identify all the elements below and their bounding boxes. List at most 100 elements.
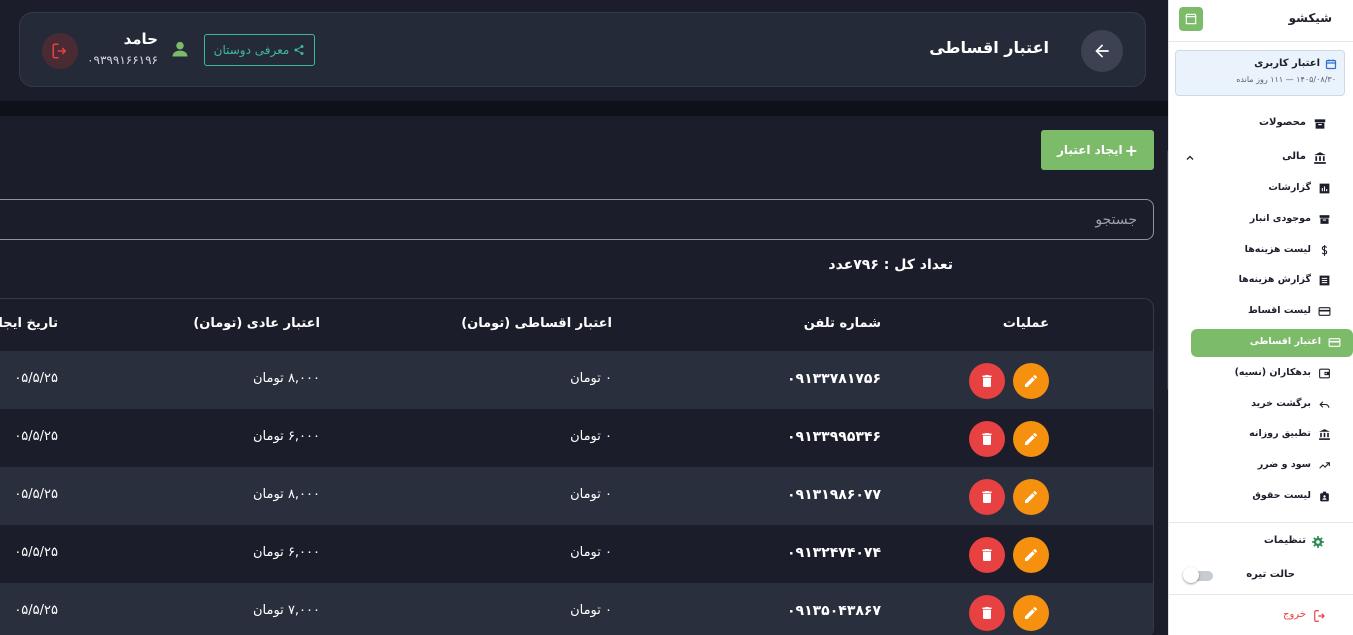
sidebar-subitem-label: بدهکاران (نسیه) [1234, 366, 1311, 378]
sidebar-item-settings[interactable]: تنظیمات [1168, 528, 1353, 556]
table-row: ۰۹۱۳۳۷۸۱۷۵۶ ۰ تومان ۸,۰۰۰ تومان ۰۵/۵/۲۵ [0, 351, 1153, 409]
credit-card[interactable]: اعتبار کاربری ۱۴۰۵/۰۸/۳۰ — ۱۱۱ روز مانده [1175, 50, 1345, 96]
cell-phone: ۰۹۱۳۵۰۴۳۸۶۷ [787, 603, 881, 619]
sidebar-subitem[interactable]: برگشت خرید [1168, 391, 1353, 419]
user-icon [172, 41, 188, 57]
edit-button[interactable] [1013, 479, 1049, 515]
delete-button[interactable] [969, 421, 1005, 457]
page-header: اعتبار اقساطی حامد ۰۹۳۹۹۱۶۶۱۹۶ معرفی دوس… [19, 12, 1146, 87]
sidebar-subitem[interactable]: اعتبار اقساطی [1191, 329, 1353, 357]
cell-regular: ۷,۰۰۰ تومان [253, 603, 320, 618]
sidebar-subitem-label: گزارشات [1268, 182, 1311, 193]
header-logout-button[interactable] [42, 33, 78, 69]
sidebar-subitem[interactable]: سود و ضرر [1168, 452, 1353, 480]
sidebar-subitem[interactable]: لیست اقساط [1168, 298, 1353, 326]
divider [1169, 41, 1353, 42]
sidebar-item-label: مالی [1282, 151, 1306, 162]
cell-regular: ۸,۰۰۰ تومان [253, 371, 320, 386]
sidebar-item-label: تنظیمات [1263, 535, 1306, 546]
sidebar: شیکشو اعتبار کاربری ۱۴۰۵/۰۸/۳۰ — ۱۱۱ روز… [1168, 0, 1353, 635]
sidebar-subitem-label: لیست هزینه‌ها [1244, 243, 1311, 255]
store-icon [1179, 7, 1203, 31]
sidebar-subitem-label: برگشت خرید [1251, 397, 1311, 409]
pencil-icon [1025, 374, 1037, 387]
sidebar-item-products[interactable]: محصولات [1168, 110, 1353, 138]
pencil-icon [1025, 606, 1037, 619]
cell-installment: ۰ تومان [570, 371, 612, 386]
pencil-icon [1025, 548, 1037, 561]
create-credit-button[interactable]: + ایجاد اعتبار [1041, 130, 1154, 170]
toggle-knob[interactable] [1183, 567, 1199, 583]
list-icon [1319, 276, 1330, 286]
edit-button[interactable] [1013, 363, 1049, 399]
sidebar-subitem[interactable]: گزارش هزینه‌ها [1168, 267, 1353, 295]
cell-phone: ۰۹۱۳۳۹۹۵۳۴۶ [787, 429, 881, 445]
sidebar-subitem[interactable]: لیست هزینه‌ها [1168, 237, 1353, 265]
wallet-icon [1319, 368, 1330, 379]
sidebar-item-finance[interactable]: مالی [1168, 144, 1353, 172]
pencil-icon [1025, 490, 1037, 503]
credits-table: عملیات شماره تلفن اعتبار اقساطی (تومان) … [0, 298, 1154, 635]
trash-icon [982, 607, 992, 619]
cell-phone: ۰۹۱۳۱۹۸۶۰۷۷ [787, 487, 881, 503]
delete-button[interactable] [969, 537, 1005, 573]
sidebar-item-label: خروج [1283, 609, 1306, 620]
cell-installment: ۰ تومان [570, 429, 612, 444]
sidebar-subitem-label: لیست اقساط [1247, 305, 1311, 317]
table-row: ۰۹۱۳۵۰۴۳۸۶۷ ۰ تومان ۷,۰۰۰ تومان ۰۵/۵/۲۵ [0, 583, 1153, 635]
cell-regular: ۸,۰۰۰ تومان [253, 487, 320, 502]
gear-icon [1312, 536, 1324, 548]
plus-icon: + [1124, 140, 1139, 160]
delete-button[interactable] [969, 595, 1005, 631]
bank-icon [1319, 429, 1330, 441]
credit-expiry: ۱۴۰۵/۰۸/۳۰ — ۱۱۱ روز مانده [1236, 75, 1336, 84]
top-divider [0, 101, 1168, 116]
cell-regular: ۶,۰۰۰ تومان [253, 429, 320, 444]
archive-icon [1319, 214, 1330, 224]
cell-installment: ۰ تومان [570, 603, 612, 618]
delete-button[interactable] [969, 363, 1005, 399]
card-icon [1328, 338, 1341, 347]
edit-button[interactable] [1013, 421, 1049, 457]
table-row: ۰۹۱۳۲۴۷۴۰۷۴ ۰ تومان ۶,۰۰۰ تومان ۰۵/۵/۲۵ [0, 525, 1153, 583]
cell-phone: ۰۹۱۳۳۷۸۱۷۵۶ [787, 371, 881, 387]
sidebar-subitem[interactable]: موجودی انبار [1168, 206, 1353, 234]
logout-icon [52, 43, 67, 59]
divider [1169, 522, 1353, 523]
sidebar-subitem[interactable]: گزارشات [1168, 175, 1353, 203]
back-button[interactable] [1081, 30, 1123, 72]
card-icon [1318, 307, 1331, 317]
cell-regular: ۶,۰۰۰ تومان [253, 545, 320, 560]
badge-icon [1320, 491, 1329, 502]
search-input[interactable] [0, 199, 1154, 240]
chevron-up-icon[interactable] [1184, 152, 1196, 164]
table-row: ۰۹۱۳۳۹۹۵۳۴۶ ۰ تومان ۶,۰۰۰ تومان ۰۵/۵/۲۵ [0, 409, 1153, 467]
cell-installment: ۰ تومان [570, 487, 612, 502]
trash-icon [982, 375, 992, 387]
sidebar-subitem-label: موجودی انبار [1249, 212, 1311, 224]
sidebar-subitem-label: گزارش هزینه‌ها [1238, 274, 1311, 286]
brand-name: شیکشو [1288, 11, 1332, 25]
bank-icon [1314, 152, 1326, 164]
share-icon [294, 45, 304, 55]
chart-icon [1319, 183, 1330, 194]
cell-date: ۰۵/۵/۲۵ [14, 603, 58, 618]
divider [1169, 594, 1353, 595]
invite-friends-button[interactable]: معرفی دوستان [204, 34, 315, 66]
edit-button[interactable] [1013, 537, 1049, 573]
sidebar-item-logout[interactable]: خروج [1168, 602, 1353, 630]
col-regular: اعتبار عادی (تومان) [193, 316, 320, 331]
delete-button[interactable] [969, 479, 1005, 515]
sidebar-subitem-label: لیست حقوق [1252, 490, 1311, 501]
cell-phone: ۰۹۱۳۲۴۷۴۰۷۴ [787, 545, 881, 561]
pencil-icon [1025, 432, 1037, 445]
sidebar-subitem[interactable]: لیست حقوق [1168, 483, 1353, 511]
trash-icon [982, 433, 992, 445]
create-label: ایجاد اعتبار [1056, 143, 1123, 157]
sidebar-subitem[interactable]: تطبیق روزانه [1168, 421, 1353, 449]
edit-button[interactable] [1013, 595, 1049, 631]
page-title: اعتبار اقساطی [929, 38, 1049, 57]
sidebar-subitem[interactable]: بدهکاران (نسیه) [1168, 360, 1353, 388]
invite-label: معرفی دوستان [213, 43, 290, 57]
col-actions: عملیات [1002, 316, 1049, 331]
